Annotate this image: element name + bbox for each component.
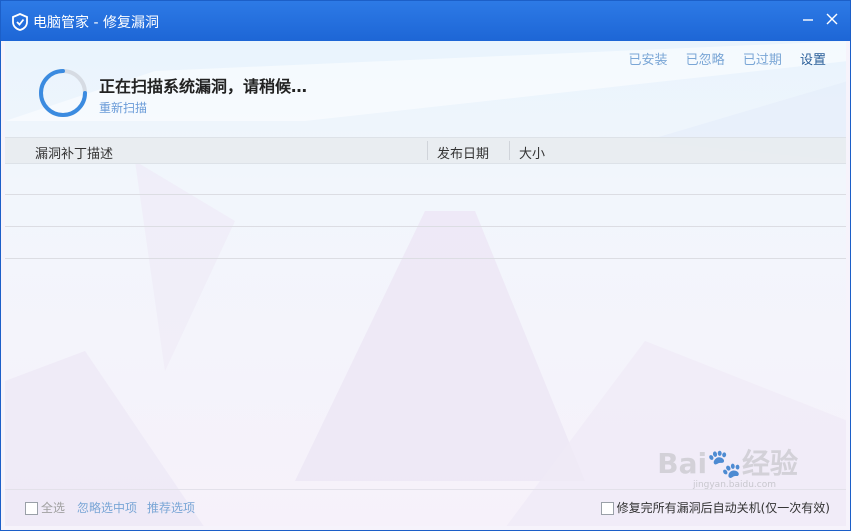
column-divider[interactable] (509, 141, 510, 160)
ignored-link[interactable]: 已忽略 (686, 53, 725, 68)
watermark: Bai🐾经验 (657, 442, 798, 482)
recommended-link[interactable]: 推荐选项 (147, 499, 195, 516)
select-all-label[interactable]: 全选 (41, 499, 65, 516)
window-title: 电脑管家 - 修复漏洞 (33, 15, 159, 31)
paw-icon: 🐾 (707, 447, 742, 480)
select-all-checkbox[interactable] (25, 502, 38, 515)
repair-vulnerability-window: 电脑管家 - 修复漏洞 已安装 已忽略 已过期 设置 正在扫描系统漏洞，请稍候…… (0, 0, 851, 531)
table-header: 漏洞补丁描述 发布日期 大小 (5, 137, 846, 164)
table-row-divider (5, 194, 846, 195)
auto-shutdown-checkbox[interactable] (601, 502, 614, 515)
auto-shutdown-label[interactable]: 修复完所有漏洞后自动关机(仅一次有效) (617, 499, 830, 516)
minimize-icon[interactable] (800, 11, 816, 27)
settings-link[interactable]: 设置 (800, 53, 826, 68)
top-links: 已安装 已忽略 已过期 设置 (615, 49, 826, 68)
column-header-date[interactable]: 发布日期 (437, 143, 489, 162)
watermark-brand: Bai (657, 447, 708, 480)
scan-status-title: 正在扫描系统漏洞，请稍候… (99, 77, 308, 96)
shield-icon (12, 13, 28, 31)
table-row-divider (5, 226, 846, 227)
title-bar[interactable]: 电脑管家 - 修复漏洞 (1, 1, 850, 41)
table-row-divider (5, 258, 846, 259)
close-icon[interactable] (824, 11, 840, 27)
footer-bar: 全选 忽略选中项 推荐选项 修复完所有漏洞后自动关机(仅一次有效) (5, 489, 846, 526)
watermark-suffix: 经验 (741, 447, 798, 480)
ignore-selected-link[interactable]: 忽略选中项 (77, 499, 137, 516)
rescan-link[interactable]: 重新扫描 (99, 99, 147, 116)
main-content: 已安装 已忽略 已过期 设置 正在扫描系统漏洞，请稍候… 重新扫描 漏洞补丁描述… (5, 41, 846, 526)
column-divider[interactable] (427, 141, 428, 160)
expired-link[interactable]: 已过期 (743, 53, 782, 68)
loading-spinner-icon (39, 69, 87, 117)
column-header-size[interactable]: 大小 (519, 143, 545, 162)
installed-link[interactable]: 已安装 (629, 53, 668, 68)
column-header-description[interactable]: 漏洞补丁描述 (35, 143, 113, 162)
